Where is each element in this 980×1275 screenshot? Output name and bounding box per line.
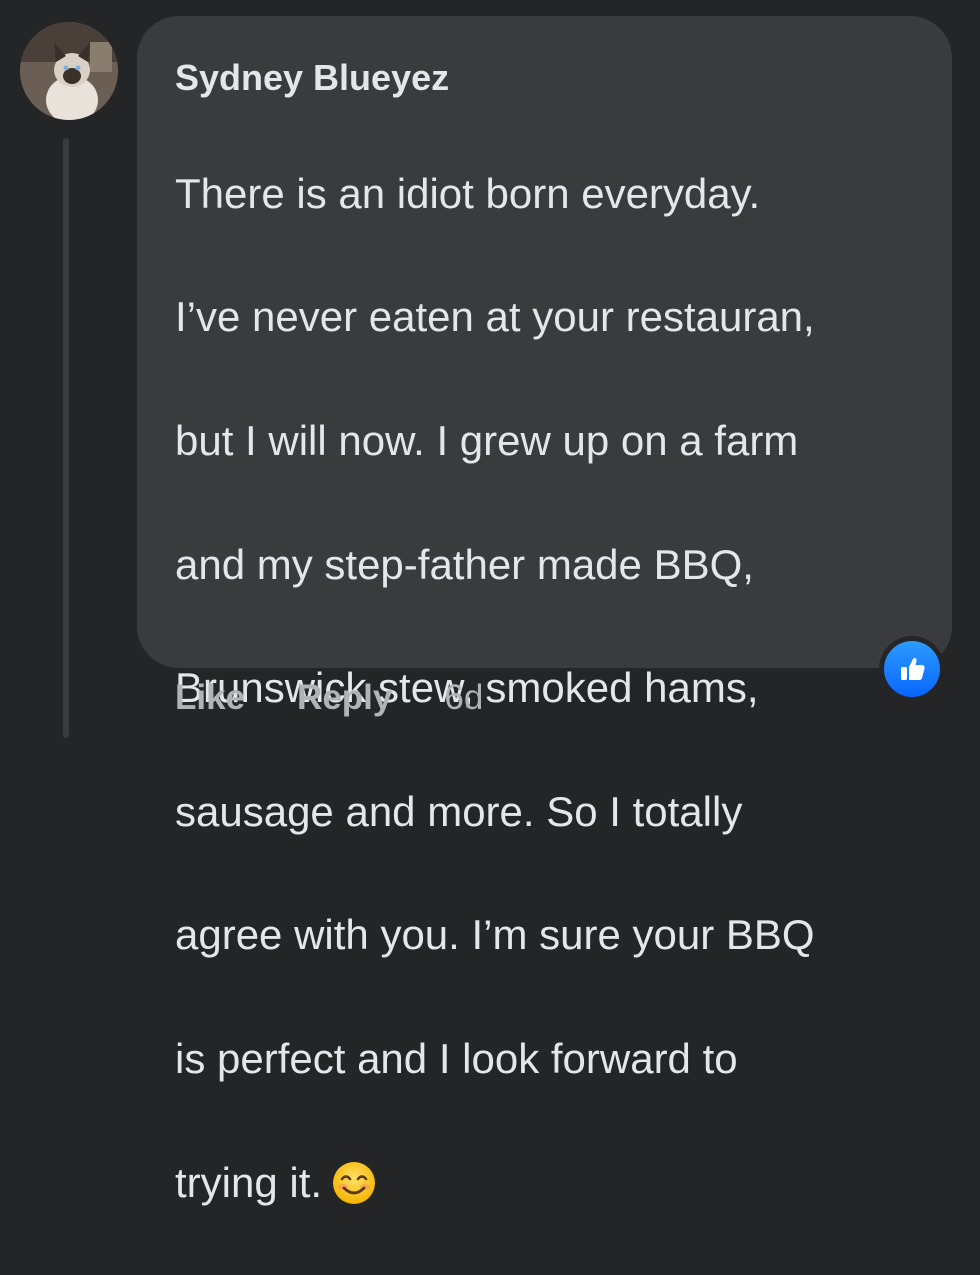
like-button[interactable]: Like [175, 678, 245, 718]
comment-line: and my step-father made BBQ, [175, 540, 754, 588]
like-icon [901, 657, 925, 680]
comment-line: There is an idiot born everyday. [175, 169, 761, 217]
comment-line: trying it. [175, 1158, 323, 1206]
avatar[interactable] [20, 22, 118, 120]
comment-actions: Like Reply 6d [175, 676, 483, 720]
avatar-image [20, 22, 118, 120]
reaction-badge[interactable] [879, 636, 945, 702]
thread-line [63, 138, 69, 738]
comment-line: but I will now. I grew up on a farm [175, 416, 799, 464]
comment-bubble: Sydney Blueyez There is an idiot born ev… [137, 16, 952, 1206]
comment-line: I’ve never eaten at your restauran, [175, 293, 815, 341]
comment-line-last: trying it. [175, 1152, 902, 1214]
like-reaction [884, 641, 940, 697]
smiling-face-emoji-icon [333, 1161, 376, 1204]
author-name[interactable]: Sydney Blueyez [175, 56, 902, 100]
comment-line: is perfect and I look forward to [175, 1034, 738, 1082]
timestamp[interactable]: 6d [444, 678, 483, 718]
comment-line: sausage and more. So I totally [175, 787, 743, 835]
reply-button[interactable]: Reply [297, 678, 392, 718]
comment-line: agree with you. I’m sure your BBQ [175, 911, 815, 959]
